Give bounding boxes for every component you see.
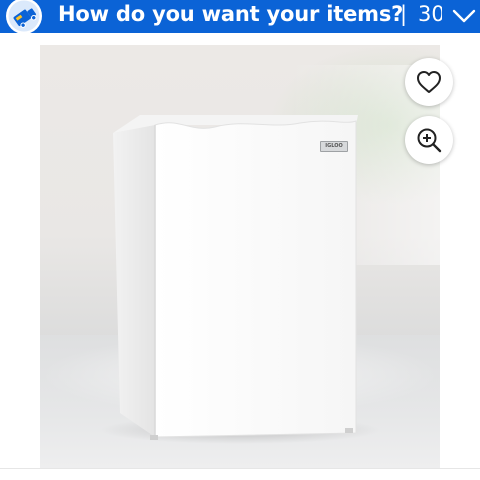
brand-badge: IGLOO (320, 141, 348, 152)
chevron-down-icon[interactable] (452, 7, 476, 25)
fridge-image (100, 115, 380, 444)
product-image[interactable]: IGLOO (40, 45, 440, 468)
banner-date: 30 (418, 2, 442, 26)
divider (0, 468, 480, 469)
heart-icon (417, 71, 441, 93)
banner-question: How do you want your items? (58, 2, 404, 26)
favorite-button[interactable] (405, 58, 453, 106)
banner-separator: | (400, 2, 408, 26)
zoom-in-icon (417, 128, 442, 153)
fulfillment-banner[interactable]: How do you want your items? | 30 (0, 0, 480, 33)
delivery-truck-icon (6, 0, 42, 33)
brand-badge-text: IGLOO (325, 143, 343, 149)
zoom-button[interactable] (405, 116, 453, 164)
